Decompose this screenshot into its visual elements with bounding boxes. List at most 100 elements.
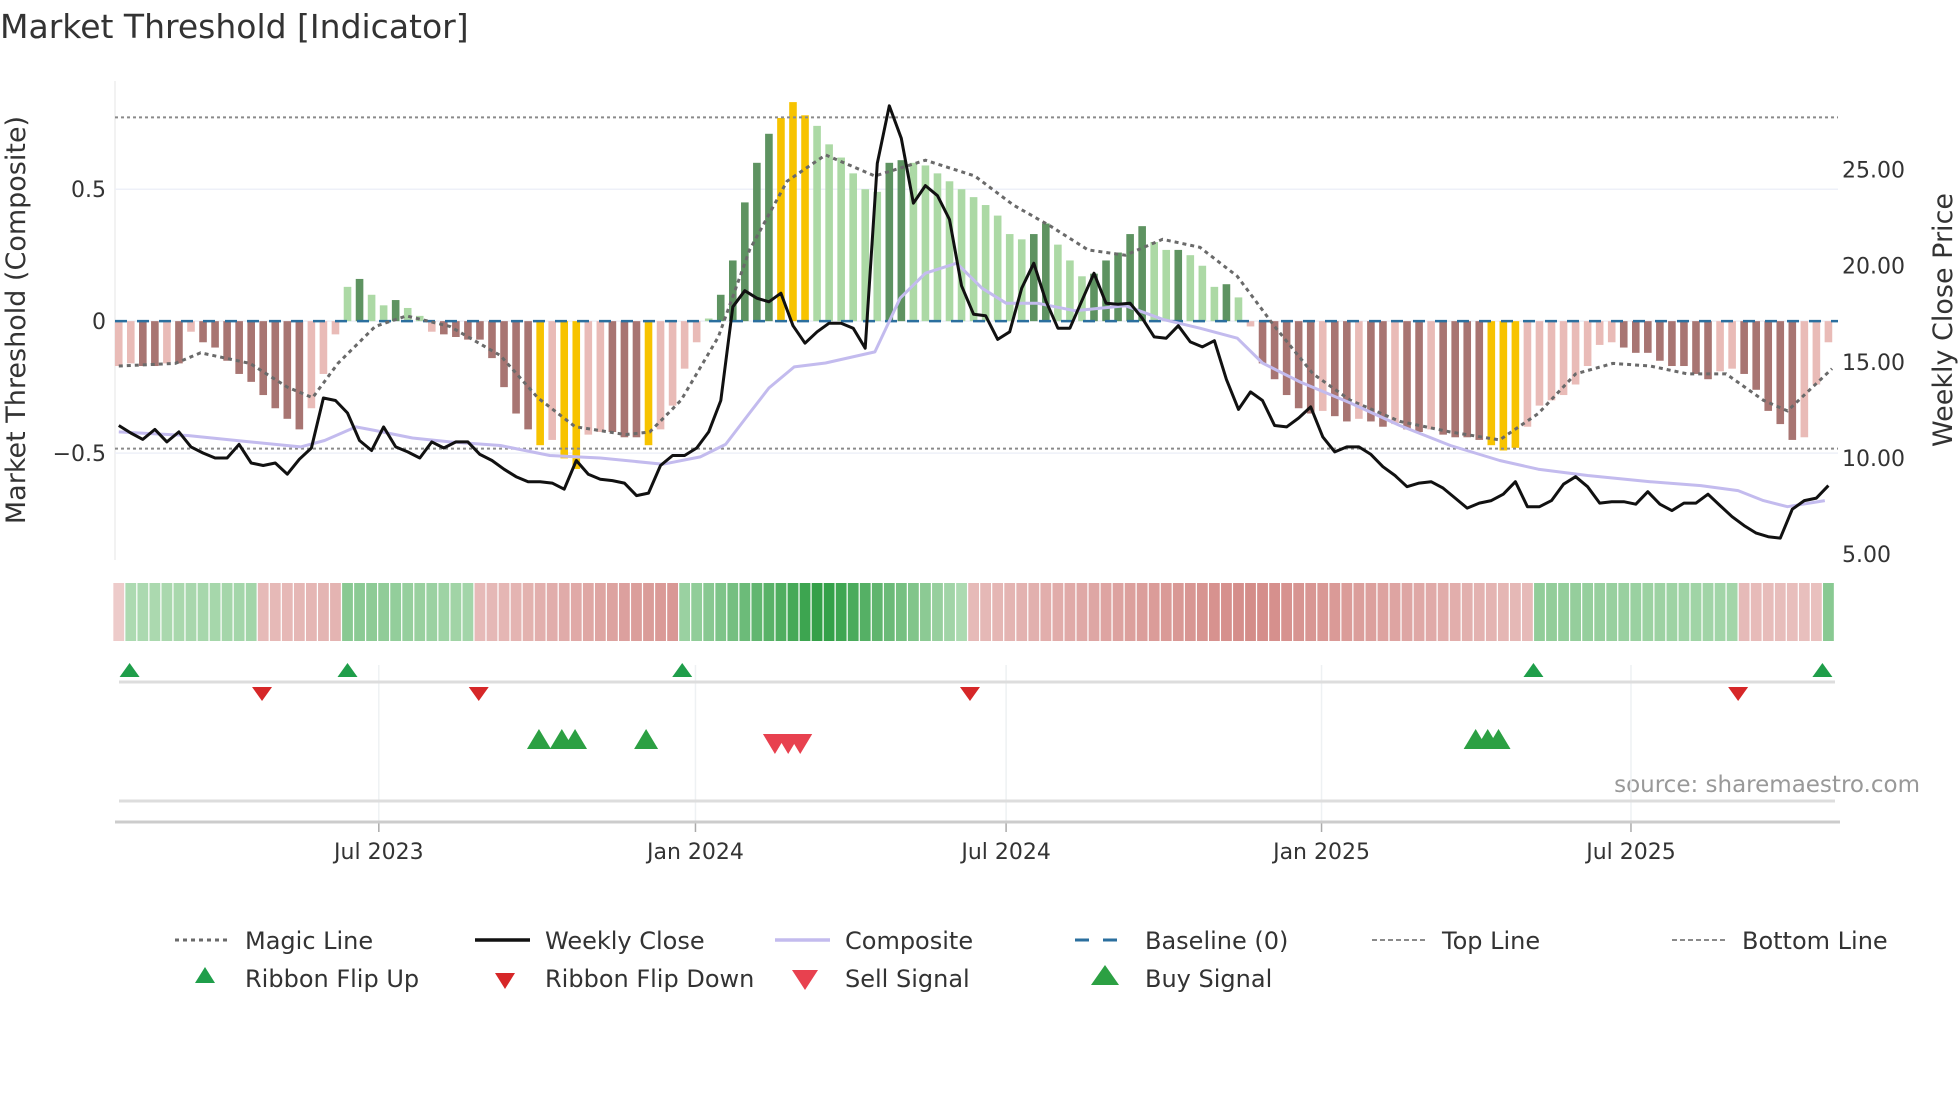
ribbon-cell: [1461, 583, 1473, 641]
ribbon-cell: [594, 583, 606, 641]
ribbon-cell: [1726, 583, 1738, 641]
composite-bar: [1728, 321, 1736, 369]
ribbon-cell: [1449, 583, 1461, 641]
composite-bar: [825, 144, 833, 322]
ribbon-cell: [811, 583, 823, 641]
ribbon-cell: [137, 583, 149, 641]
composite-bar: [632, 321, 641, 438]
ribbon-cell: [751, 583, 763, 641]
legend-label: Top Line: [1441, 927, 1540, 955]
ribbon-cell: [847, 583, 859, 641]
ribbon-cell: [787, 583, 799, 641]
ribbon-cell: [1208, 583, 1220, 641]
composite-bar: [969, 197, 978, 322]
y2-tick-label: 25.00: [1842, 158, 1905, 183]
legend-item-buy: Buy Signal: [1091, 965, 1272, 993]
composite-bar: [596, 321, 605, 433]
ribbon-cell: [859, 583, 871, 641]
composite-bar: [1607, 321, 1616, 343]
composite-bar: [1463, 321, 1472, 438]
ribbon-cell: [944, 583, 955, 641]
ribbon-cell: [486, 583, 498, 641]
legend-item-sell: Sell Signal: [792, 965, 970, 993]
composite-bar: [319, 321, 328, 374]
ribbon-cell: [739, 583, 751, 641]
legend-item-close: Weekly Close: [475, 927, 705, 955]
composite-bar: [1583, 321, 1592, 367]
ribbon-cell: [1678, 583, 1690, 641]
composite-bar: [680, 321, 689, 369]
market-threshold-chart: Market Threshold [Indicator] Market Thre…: [0, 7, 1959, 993]
composite-bar: [1379, 321, 1387, 427]
composite-bar: [1668, 321, 1676, 367]
composite-bar: [692, 321, 701, 343]
composite-bar: [644, 321, 653, 446]
ribbon-cell: [956, 583, 967, 641]
ribbon-flip-down-marker: [468, 687, 489, 701]
ribbon-cell: [1690, 583, 1702, 641]
composite-bar: [1234, 297, 1243, 322]
ribbon-cell: [1269, 583, 1280, 641]
ribbon-cell: [558, 583, 570, 641]
composite-bar: [1800, 321, 1809, 438]
legend-label: Bottom Line: [1742, 927, 1888, 955]
ribbon-cell: [173, 583, 185, 641]
ribbon-flip-up-marker: [337, 663, 358, 677]
ribbon-cell: [1702, 583, 1714, 641]
ribbon-flip-down-marker: [252, 687, 273, 701]
ribbon-cell: [1040, 583, 1052, 641]
composite-bar: [1150, 241, 1158, 322]
ribbon-cell: [1738, 583, 1750, 641]
ribbon-cell: [1329, 583, 1341, 641]
ribbon-cell: [1341, 583, 1353, 641]
ribbon-cell: [1257, 583, 1268, 641]
ribbon-cell: [1317, 583, 1329, 641]
ribbon-cell: [245, 583, 257, 641]
ribbon-cell: [1823, 583, 1834, 641]
composite-bar: [1619, 321, 1628, 348]
composite-bar: [1752, 321, 1760, 390]
ribbon-cell: [1606, 583, 1618, 641]
ribbon-cell: [1630, 583, 1642, 641]
ribbon-cell: [1425, 583, 1437, 641]
y2-axis-label: Weekly Close Price: [1928, 193, 1959, 447]
composite-bar: [560, 321, 569, 459]
y-tick-label: 0.5: [71, 178, 106, 203]
ribbon-cell: [823, 583, 835, 641]
composite-bar: [1403, 321, 1411, 430]
legend-label: Weekly Close: [545, 927, 705, 955]
ribbon-cell: [631, 583, 642, 641]
ribbon-cell: [390, 583, 402, 641]
ribbon-cell: [402, 583, 414, 641]
composite-bar: [1162, 249, 1171, 322]
composite-bar: [1102, 260, 1110, 322]
composite-bar: [789, 102, 797, 322]
ribbon-cell: [1148, 583, 1160, 641]
composite-bar: [199, 321, 207, 343]
ribbon-cell: [438, 583, 450, 641]
composite-bar: [1716, 321, 1724, 372]
composite-bar: [620, 321, 629, 438]
legend-label: Composite: [845, 927, 973, 955]
legend-item-bottom: Bottom Line: [1672, 927, 1888, 955]
ribbon-cell: [1281, 583, 1293, 641]
composite-bar: [1222, 284, 1231, 322]
composite-bar: [1391, 321, 1399, 425]
ribbon-cell: [1305, 583, 1317, 641]
ribbon-cell: [354, 583, 365, 641]
composite-bar: [476, 321, 484, 340]
composite-bar: [1186, 255, 1195, 322]
composite-bar: [1258, 321, 1267, 364]
ribbon-cell: [209, 583, 221, 641]
sell-legend-icon: [792, 970, 818, 990]
ribbon-cell: [1124, 583, 1136, 641]
ribbon-cell: [318, 583, 329, 641]
ribbon-cell: [510, 583, 522, 641]
ribbon-cell: [1509, 583, 1521, 641]
y2-tick-label: 10.00: [1842, 447, 1905, 472]
ribbon-cell: [1413, 583, 1425, 641]
composite-bar: [1318, 321, 1327, 411]
ribbon-cell: [679, 583, 691, 641]
composite-bar: [403, 307, 412, 322]
composite-bar: [849, 173, 857, 322]
